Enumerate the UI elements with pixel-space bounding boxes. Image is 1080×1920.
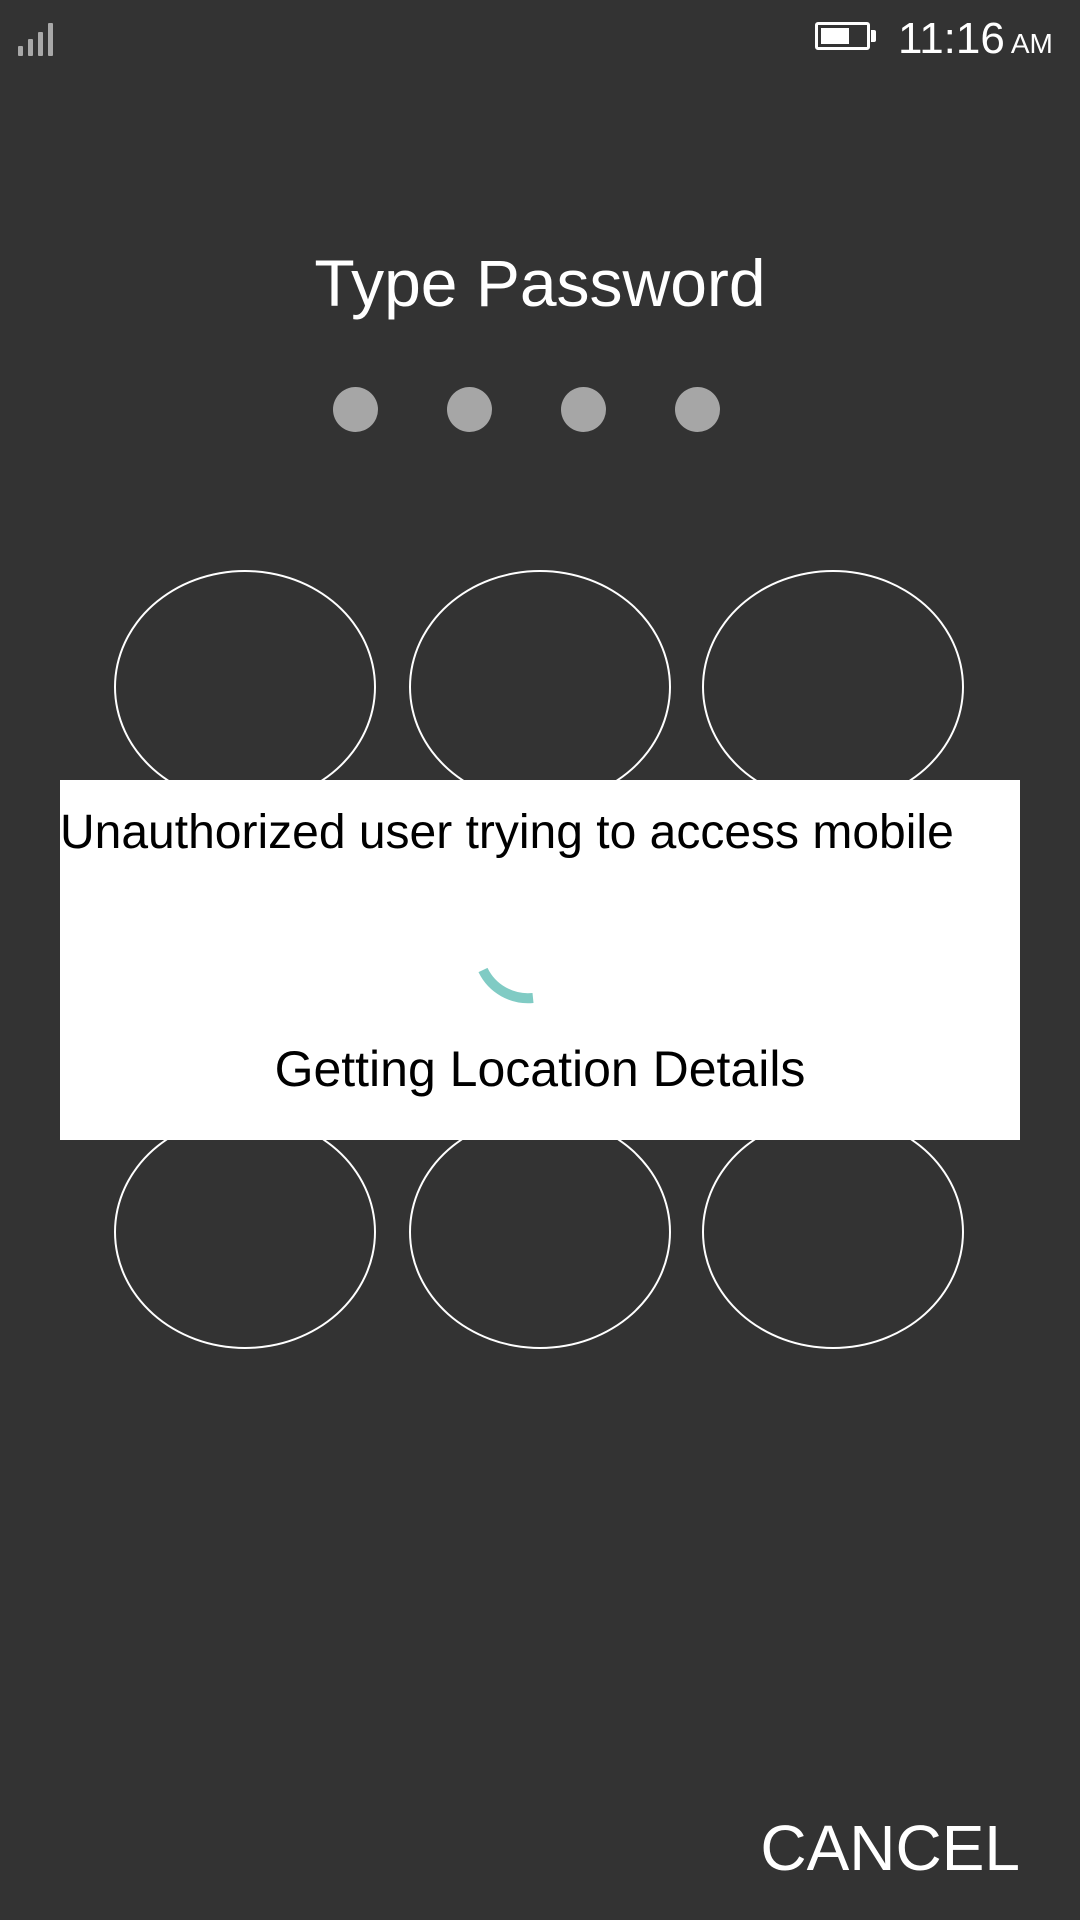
page-title: Type Password [314, 246, 766, 320]
battery-cap [871, 30, 876, 42]
clock-time: 11:16 [898, 14, 1005, 63]
pin-dots [333, 387, 723, 433]
pin-dot-2 [447, 387, 492, 432]
dialog-status-text: Getting Location Details [274, 1041, 806, 1097]
pin-dot-4 [675, 387, 720, 432]
pin-dot-3 [561, 387, 606, 432]
pin-dot-1 [333, 387, 378, 432]
keypad-key-2[interactable] [409, 570, 671, 804]
keypad-key-4[interactable] [114, 1115, 376, 1349]
keypad-key-3[interactable] [702, 570, 964, 804]
spinner-arc [478, 967, 534, 1004]
keypad-key-1[interactable] [114, 570, 376, 804]
cancel-button[interactable]: CANCEL [760, 1808, 1020, 1888]
dialog-message: Unauthorized user trying to access mobil… [60, 806, 954, 859]
clock-ampm: AM [1010, 28, 1053, 59]
keypad-key-6[interactable] [702, 1115, 964, 1349]
alert-dialog: Unauthorized user trying to access mobil… [60, 780, 1020, 1140]
signal-icon [18, 20, 58, 56]
battery-icon [815, 22, 870, 50]
keypad-key-5[interactable] [409, 1115, 671, 1349]
status-bar: 11:16 AM [0, 0, 1080, 80]
battery-level [821, 28, 849, 44]
status-clock: 11:16 AM [898, 14, 1053, 69]
